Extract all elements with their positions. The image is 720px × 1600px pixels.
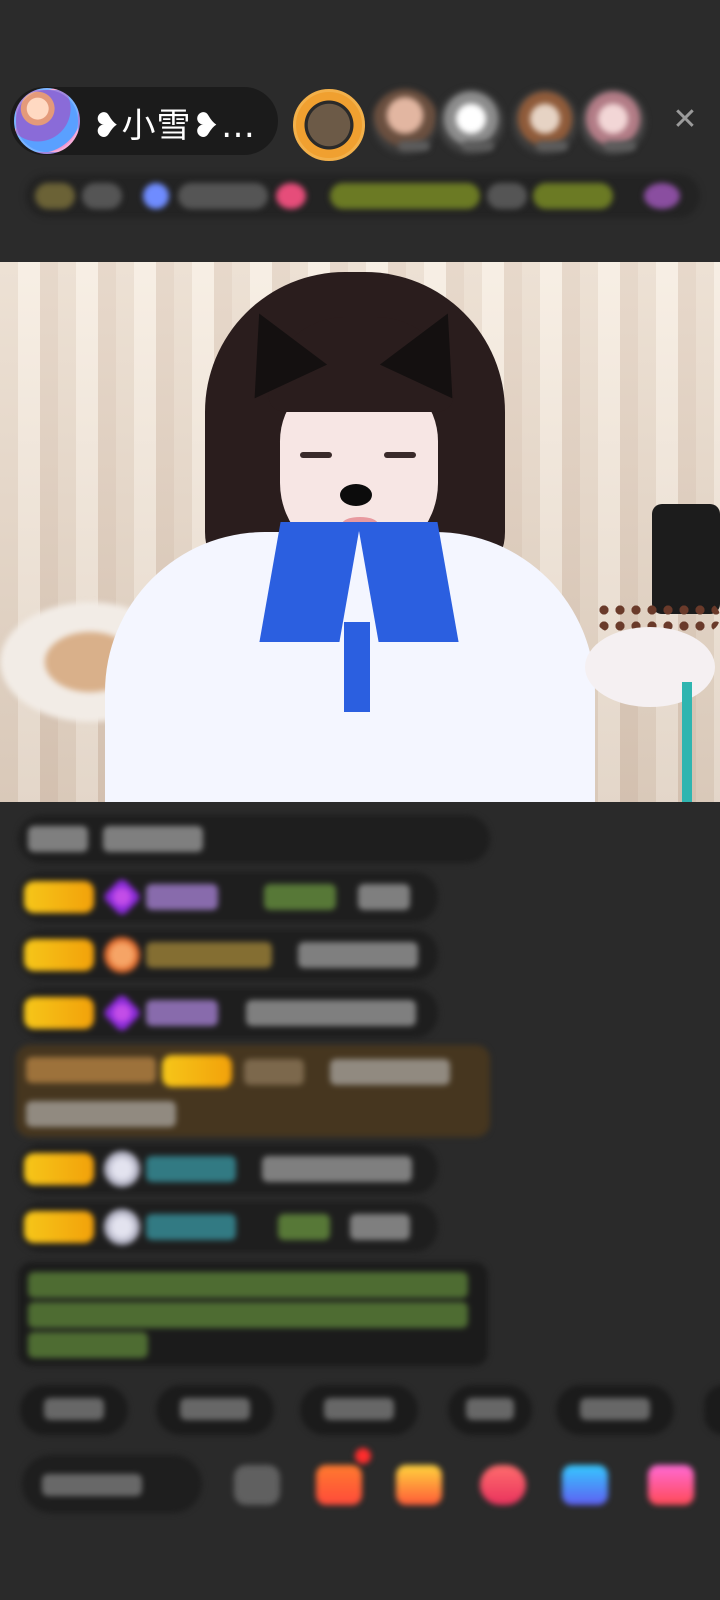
gem-icon bbox=[102, 877, 142, 917]
chat-message[interactable] bbox=[18, 930, 438, 980]
host-name[interactable]: ❥小雪❥… bbox=[92, 98, 256, 147]
close-icon[interactable]: ✕ bbox=[667, 102, 703, 138]
chat-message[interactable] bbox=[18, 988, 438, 1038]
emoji-icon[interactable] bbox=[234, 1465, 280, 1505]
microphone bbox=[652, 504, 720, 614]
reply-username[interactable] bbox=[278, 1214, 330, 1240]
heart-gift-icon[interactable] bbox=[480, 1465, 526, 1505]
top-viewer-avatar-1[interactable] bbox=[293, 89, 365, 161]
username[interactable] bbox=[146, 1214, 236, 1240]
mic-cable bbox=[682, 682, 692, 802]
quick-reply-text bbox=[324, 1398, 394, 1420]
rank-badge[interactable] bbox=[35, 183, 75, 209]
gift-box-icon[interactable] bbox=[316, 1465, 362, 1505]
treasure-icon[interactable] bbox=[396, 1465, 442, 1505]
username[interactable] bbox=[146, 1156, 236, 1182]
announcement-message[interactable] bbox=[18, 1262, 488, 1366]
fan-icon[interactable] bbox=[276, 183, 306, 209]
viewer-badge bbox=[462, 141, 494, 151]
shirt-placket bbox=[344, 622, 370, 712]
username[interactable] bbox=[146, 942, 272, 968]
chat-message-system[interactable] bbox=[18, 815, 490, 863]
cat-nose-filter bbox=[340, 484, 372, 506]
fan-badge-icon bbox=[104, 937, 140, 973]
gift-pack-icon[interactable] bbox=[648, 1465, 694, 1505]
chat-message[interactable] bbox=[18, 872, 438, 922]
reply-username[interactable] bbox=[264, 884, 336, 910]
quick-reply-text bbox=[580, 1398, 650, 1420]
level-badge bbox=[162, 1055, 232, 1087]
gem-icon bbox=[102, 993, 142, 1033]
rank-text bbox=[82, 183, 122, 209]
guest-icon bbox=[104, 1209, 140, 1245]
username[interactable] bbox=[146, 1000, 218, 1026]
eye-left bbox=[300, 452, 332, 458]
username[interactable] bbox=[146, 884, 218, 910]
viewer-badge bbox=[536, 141, 568, 151]
notification-dot bbox=[355, 1448, 371, 1464]
quick-reply-text bbox=[466, 1398, 514, 1420]
promo-text-3 bbox=[533, 183, 613, 209]
promo-text[interactable] bbox=[330, 183, 480, 209]
car-gift-icon[interactable] bbox=[562, 1465, 608, 1505]
promo-text-2 bbox=[487, 183, 527, 209]
live-video[interactable] bbox=[0, 262, 720, 802]
hot-text bbox=[178, 183, 268, 209]
eye-right bbox=[384, 452, 416, 458]
level-badge bbox=[24, 1153, 94, 1185]
level-badge bbox=[24, 939, 94, 971]
chat-message-highlighted[interactable] bbox=[16, 1045, 490, 1137]
chat-message[interactable] bbox=[18, 1202, 438, 1252]
promo-icon[interactable] bbox=[644, 183, 680, 209]
quick-reply-chip[interactable] bbox=[704, 1385, 720, 1435]
viewer-badge bbox=[398, 141, 430, 151]
level-badge bbox=[24, 881, 94, 913]
chat-message[interactable] bbox=[18, 1144, 438, 1194]
level-badge bbox=[24, 997, 94, 1029]
chat-input-placeholder bbox=[42, 1474, 142, 1496]
viewer-badge bbox=[604, 141, 636, 151]
mic-pompom bbox=[585, 627, 715, 707]
host-avatar[interactable] bbox=[14, 88, 80, 154]
quick-reply-text bbox=[44, 1398, 104, 1420]
guest-icon bbox=[104, 1151, 140, 1187]
hot-icon bbox=[143, 183, 169, 209]
level-badge bbox=[24, 1211, 94, 1243]
quick-reply-text bbox=[180, 1398, 250, 1420]
